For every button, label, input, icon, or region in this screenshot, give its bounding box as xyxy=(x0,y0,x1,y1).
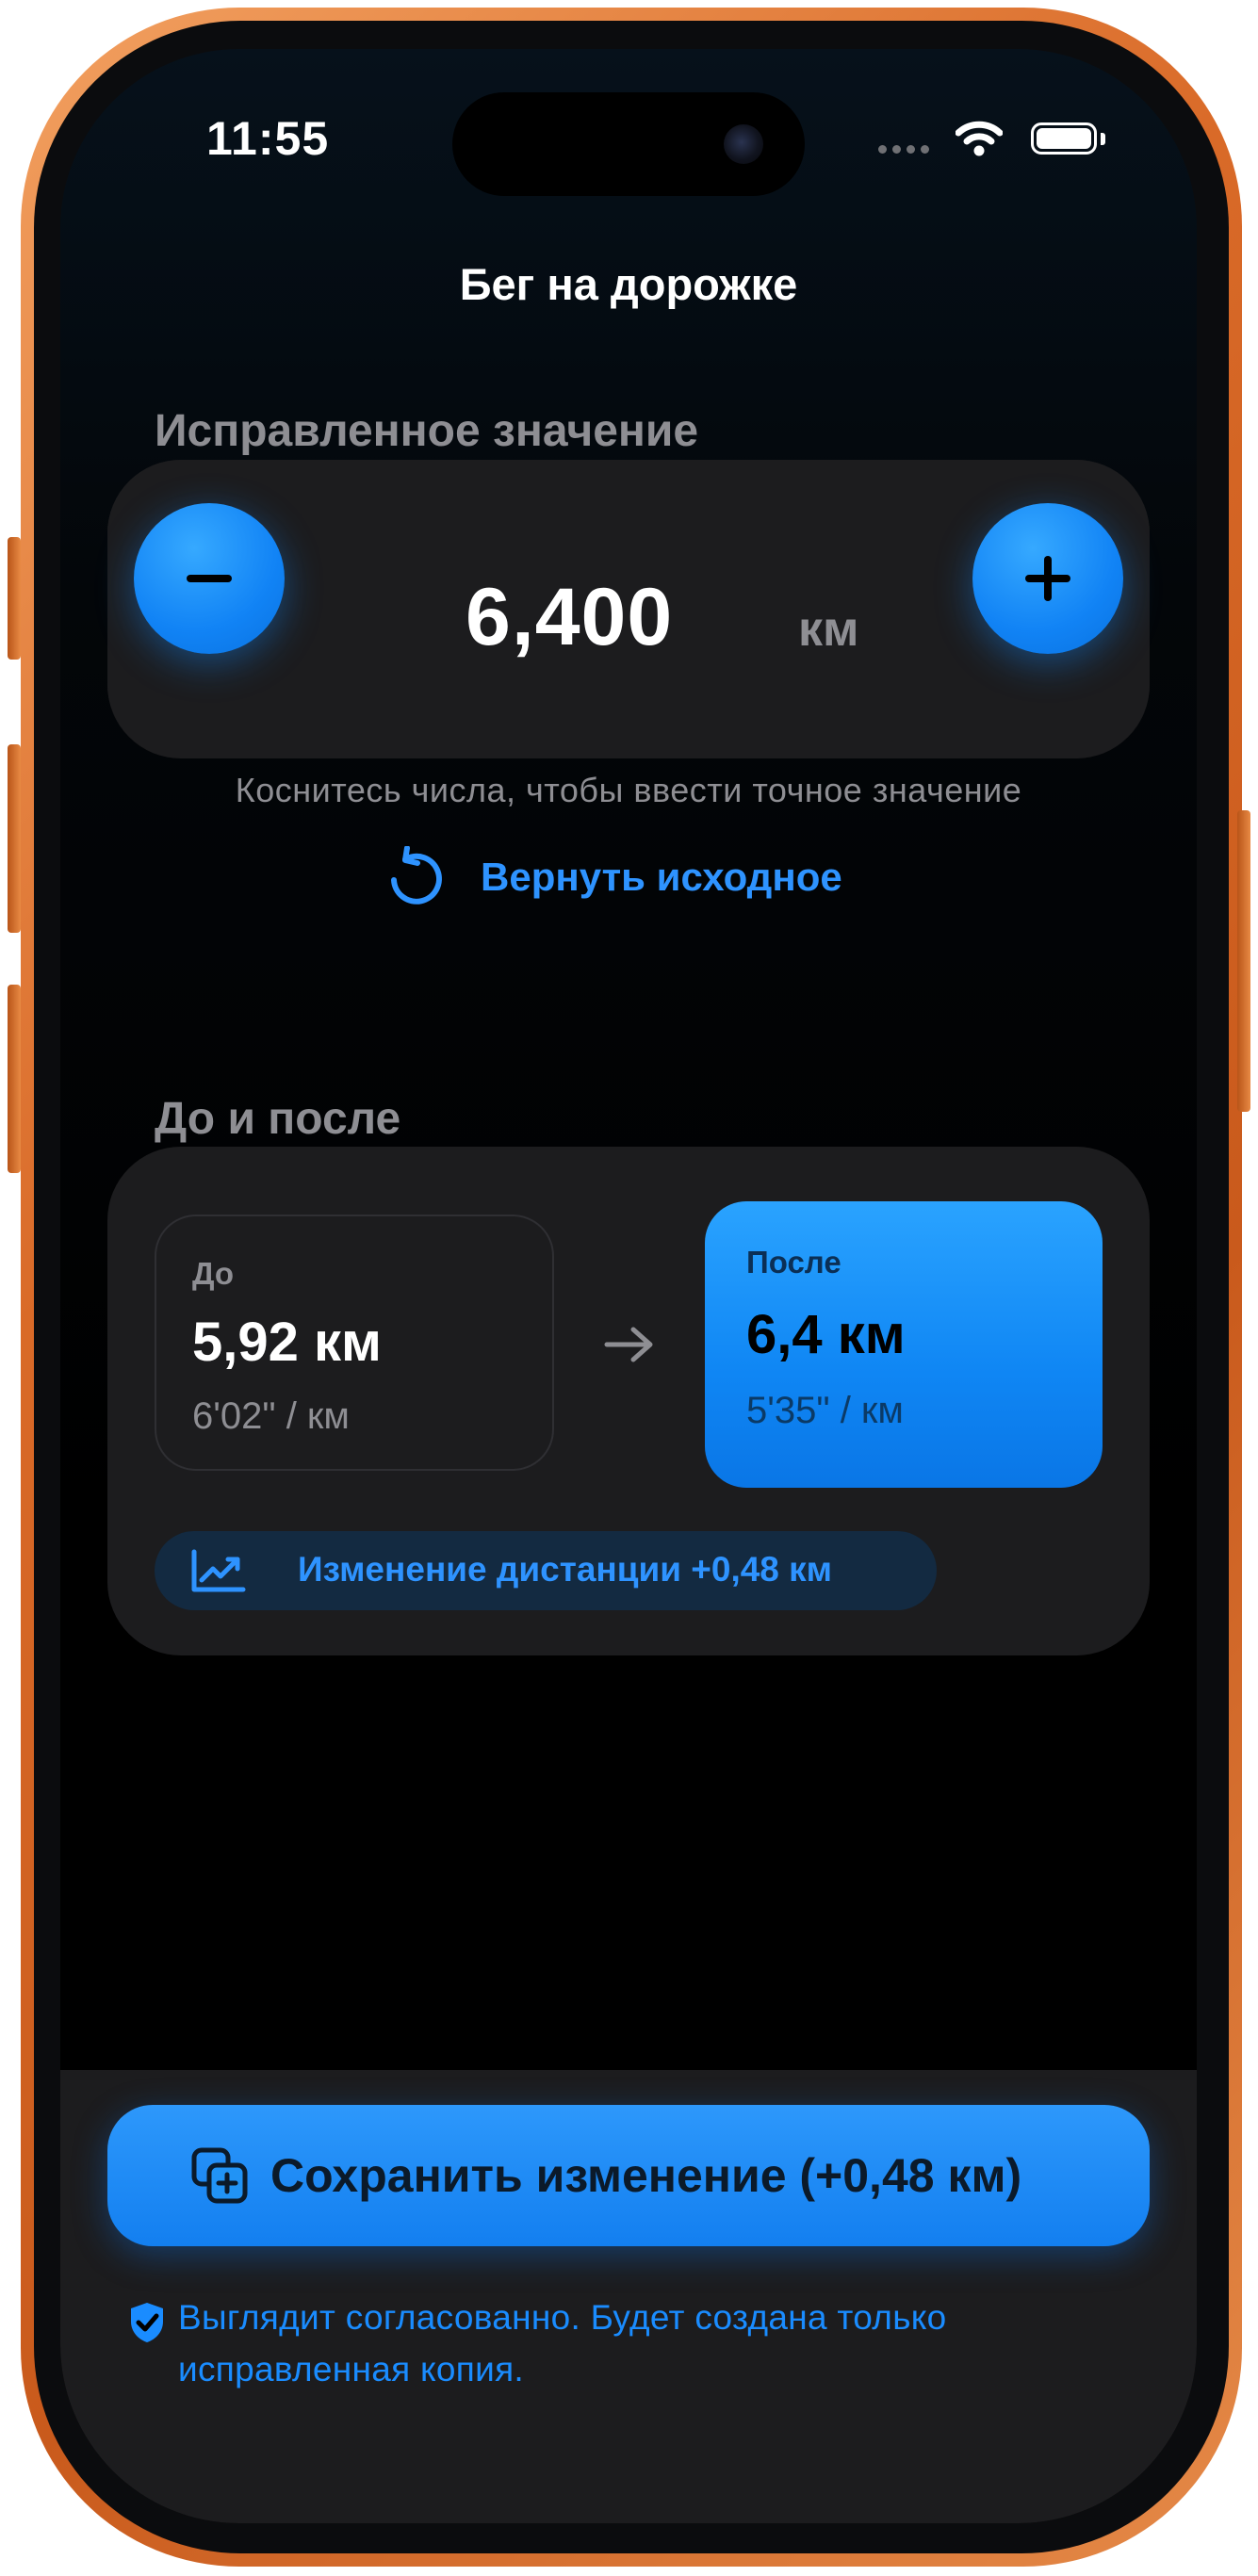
after-box: После 6,4 км 5'35" / км xyxy=(705,1201,1103,1488)
after-distance: 6,4 км xyxy=(746,1304,906,1365)
value-unit: км xyxy=(798,602,859,657)
action-button xyxy=(8,537,21,660)
before-pace: 6'02" / км xyxy=(192,1395,350,1437)
before-distance: 5,92 км xyxy=(192,1312,382,1373)
corrected-value-heading: Исправленное значение xyxy=(155,406,699,456)
page-title: Бег на дорожке xyxy=(459,259,798,309)
plus-icon xyxy=(1025,556,1070,601)
corrected-value-controls: 6,400 км Коснитесь числа, чтобы ввести т… xyxy=(107,460,1150,905)
value-hint: Коснитесь числа, чтобы ввести точное зна… xyxy=(235,771,1022,809)
dynamic-island xyxy=(452,92,805,196)
arrow-right-icon xyxy=(604,1327,653,1362)
camera-icon xyxy=(724,124,763,164)
save-button[interactable]: Сохранить изменение (+0,48 км) xyxy=(107,2105,1150,2246)
minus-icon xyxy=(187,575,232,582)
revert-icon xyxy=(391,846,442,905)
signal-icon xyxy=(878,145,929,154)
volume-down-button xyxy=(8,985,21,1173)
volume-up-button xyxy=(8,744,21,933)
after-label: После xyxy=(746,1245,841,1280)
trend-chart-icon xyxy=(191,1549,246,1592)
revert-label: Вернуть исходное xyxy=(481,855,842,899)
before-box: До 5,92 км 6'02" / км xyxy=(155,1215,554,1471)
value-display[interactable]: 6,400 xyxy=(466,571,673,664)
decrement-button[interactable] xyxy=(134,503,285,654)
save-label: Сохранить изменение (+0,48 км) xyxy=(270,2149,1022,2202)
status-time: 11:55 xyxy=(206,112,330,165)
consistency-note-line2: исправленная копия. xyxy=(178,2350,524,2389)
shield-check-icon xyxy=(131,2303,163,2342)
increment-button[interactable] xyxy=(972,503,1123,654)
distance-change-label: Изменение дистанции +0,48 км xyxy=(298,1550,833,1589)
before-label: До xyxy=(192,1256,235,1291)
battery-icon xyxy=(1031,122,1097,155)
wifi-icon xyxy=(956,121,1003,156)
revert-button[interactable]: Вернуть исходное xyxy=(386,846,842,908)
comparison-heading: До и после xyxy=(155,1094,401,1144)
battery-nub xyxy=(1101,133,1105,145)
screen: 11:55 Бег на дорожке Исправленное значен… xyxy=(60,49,1197,2523)
distance-change-badge: Изменение дистанции +0,48 км xyxy=(155,1531,937,1610)
power-button xyxy=(1237,810,1250,1112)
after-pace: 5'35" / км xyxy=(746,1390,904,1431)
device-stage: 11:55 Бег на дорожке Исправленное значен… xyxy=(0,0,1258,2576)
comparison-card: До 5,92 км 6'02" / км После 6,4 км 5'35"… xyxy=(107,1147,1150,1655)
copy-add-icon xyxy=(191,2147,248,2204)
consistency-note-line1: Выглядит согласованно. Будет создана тол… xyxy=(178,2298,947,2337)
